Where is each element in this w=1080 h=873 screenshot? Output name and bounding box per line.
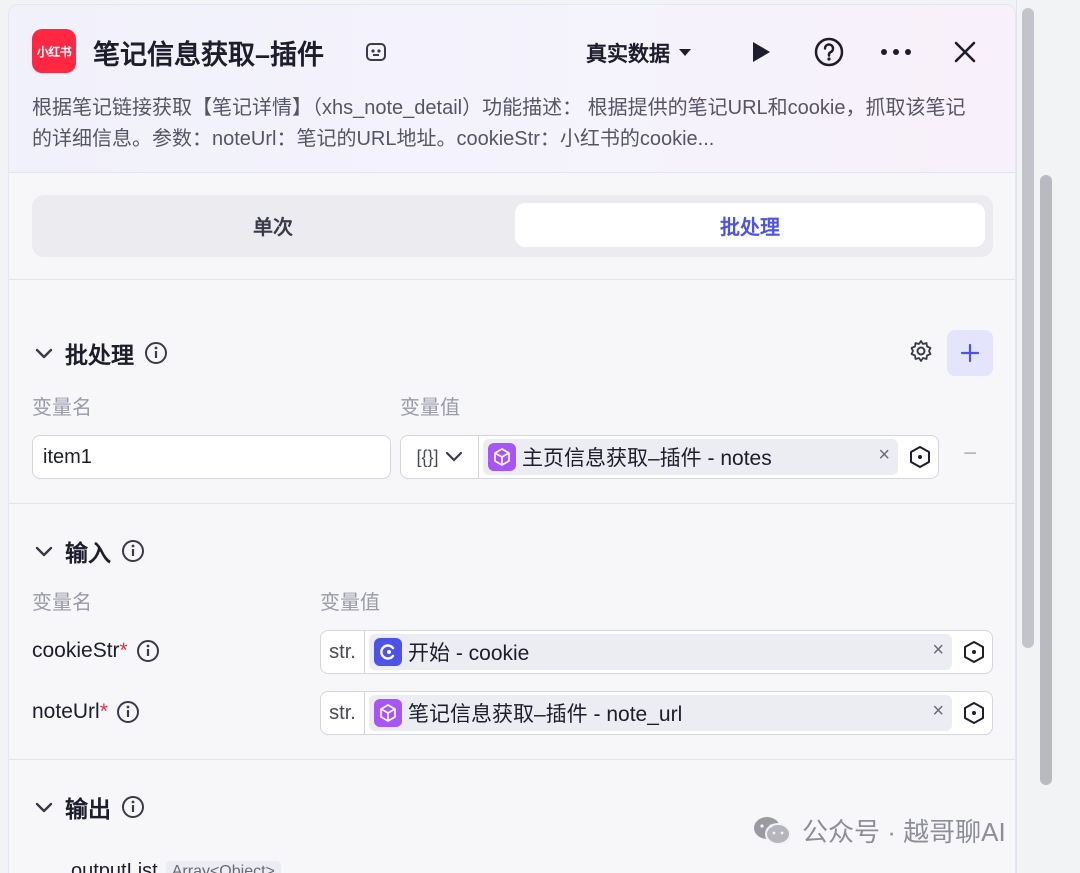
input-col-value: 变量值 <box>320 592 380 614</box>
divider <box>9 759 1015 760</box>
chip-label: 主页信息获取–插件 - notes <box>522 447 772 470</box>
plugin-cube-icon <box>488 443 516 471</box>
batch-col-name: 变量名 <box>32 397 92 419</box>
chip-label: 笔记信息获取–插件 - note_url <box>408 703 683 726</box>
param-cookieStr: cookieStr* <box>32 639 160 663</box>
chevron-down-icon <box>445 451 462 462</box>
type-badge: str. <box>321 631 365 673</box>
node-title[interactable]: 笔记信息获取–插件 <box>93 33 324 72</box>
watermark-text: 公众号 · 越哥聊AI <box>802 817 1006 847</box>
output-type-badge: Array<Object> <box>165 860 281 873</box>
panel-header: 小红书 笔记信息获取–插件 真实数据 根据笔记链接获取【笔记详情】（xhs_no… <box>9 5 1015 173</box>
output-section-header[interactable]: 输出 <box>33 790 145 824</box>
chevron-down-icon <box>35 546 53 557</box>
watermark: 公众号 · 越哥聊AI <box>752 812 1006 849</box>
settings-gear-icon[interactable] <box>909 339 933 363</box>
type-badge: str. <box>321 692 365 734</box>
start-node-icon <box>374 638 402 666</box>
node-description: 根据笔记链接获取【笔记详情】（xhs_note_detail）功能描述： 根据提… <box>32 97 966 150</box>
noteUrl-value-field[interactable]: str. 笔记信息获取–插件 - note_url × <box>320 691 993 735</box>
chip-clear-icon[interactable]: × <box>932 700 944 723</box>
batch-section-title: 批处理 <box>65 342 134 368</box>
info-icon[interactable] <box>121 539 145 563</box>
tab-batch[interactable]: 批处理 <box>515 203 985 247</box>
page-scrollbar-thumb[interactable] <box>1040 175 1052 785</box>
chevron-down-icon <box>35 802 53 813</box>
tab-single[interactable]: 单次 <box>38 203 508 247</box>
divider <box>9 279 1015 280</box>
variable-reference-icon <box>964 641 984 663</box>
run-button[interactable] <box>744 35 778 69</box>
mode-switch: 单次 批处理 <box>32 195 993 257</box>
variable-reference-icon <box>910 446 930 468</box>
input-section-header[interactable]: 输入 <box>33 534 145 568</box>
array-type-label: [{}] <box>416 446 439 467</box>
output-item: outputList Array<Object> <box>71 860 281 873</box>
input-section-title: 输入 <box>65 540 111 566</box>
batch-variable-value-field[interactable]: [{}] 主页信息获取–插件 - notes × <box>400 435 939 479</box>
remove-variable-button[interactable]: − <box>959 442 981 466</box>
batch-col-value: 变量值 <box>400 397 460 419</box>
add-variable-button[interactable] <box>947 330 993 376</box>
chip-label: 开始 - cookie <box>408 642 530 665</box>
caret-down-icon <box>679 49 691 56</box>
debug-icon[interactable] <box>364 40 388 64</box>
variable-reference-icon <box>964 702 984 724</box>
param-name: noteUrl <box>32 700 100 723</box>
divider <box>9 503 1015 504</box>
reference-chip: 笔记信息获取–插件 - note_url × <box>369 695 952 731</box>
array-type-selector[interactable]: [{}] <box>401 436 479 478</box>
help-icon <box>814 37 844 67</box>
node-panel: 小红书 笔记信息获取–插件 真实数据 根据笔记链接获取【笔记详情】（xhs_no… <box>8 4 1016 873</box>
data-mode-label: 真实数据 <box>586 43 670 66</box>
plus-icon <box>960 343 980 363</box>
reference-chip: 开始 - cookie × <box>369 634 952 670</box>
output-name: outputList <box>71 860 158 873</box>
more-button[interactable] <box>879 35 913 69</box>
required-mark: * <box>119 639 128 662</box>
info-icon[interactable] <box>121 795 145 819</box>
info-icon[interactable] <box>116 700 140 724</box>
chip-clear-icon[interactable]: × <box>878 444 890 467</box>
batch-section-header[interactable]: 批处理 <box>33 336 168 370</box>
batch-variable-name-input[interactable]: item1 <box>32 435 391 479</box>
wechat-icon <box>754 816 791 845</box>
data-mode-dropdown[interactable]: 真实数据 <box>586 38 692 68</box>
close-button[interactable] <box>948 35 982 69</box>
required-mark: * <box>99 700 108 723</box>
info-icon[interactable] <box>144 341 168 365</box>
plugin-cube-icon <box>374 699 402 727</box>
input-col-name: 变量名 <box>32 592 92 614</box>
output-section-title: 输出 <box>65 796 111 822</box>
variable-reference-button[interactable] <box>956 701 992 725</box>
param-name: cookieStr <box>32 639 120 662</box>
cookieStr-value-field[interactable]: str. 开始 - cookie × <box>320 630 993 674</box>
close-icon <box>954 41 976 63</box>
play-icon <box>753 42 770 62</box>
xiaohongshu-logo: 小红书 <box>32 29 76 73</box>
panel-scrollbar-thumb[interactable] <box>1022 8 1034 648</box>
variable-reference-button[interactable] <box>956 640 992 664</box>
param-noteUrl: noteUrl* <box>32 700 140 724</box>
more-icon <box>881 49 911 55</box>
help-button[interactable] <box>812 35 846 69</box>
chevron-down-icon <box>35 348 53 359</box>
info-icon[interactable] <box>136 639 160 663</box>
reference-chip: 主页信息获取–插件 - notes × <box>483 439 898 475</box>
variable-reference-button[interactable] <box>902 445 938 469</box>
chip-clear-icon[interactable]: × <box>932 639 944 662</box>
